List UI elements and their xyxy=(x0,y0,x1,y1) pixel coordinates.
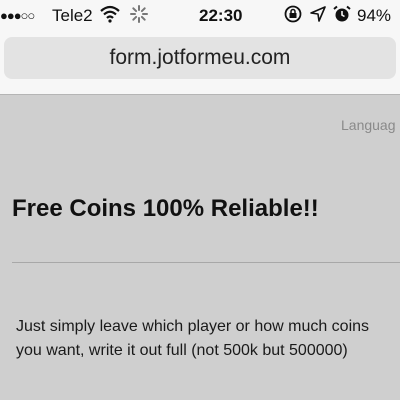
status-bar: ●●●○○ Tele2 22:30 94% xyxy=(0,0,400,34)
status-time: 22:30 xyxy=(199,6,243,25)
location-arrow-icon xyxy=(309,5,327,29)
carrier-name: Tele2 xyxy=(52,6,93,25)
url-field[interactable]: form.jotformeu.com xyxy=(4,37,396,79)
alarm-clock-icon xyxy=(332,5,352,29)
wifi-icon xyxy=(100,5,120,29)
rotation-lock-icon xyxy=(283,5,303,29)
form-title: Free Coins 100% Reliable!! xyxy=(12,195,319,222)
signal-strength-icon: ●●●○○ xyxy=(0,8,35,23)
form-description: Just simply leave which player or how mu… xyxy=(16,318,370,359)
activity-spinner-icon xyxy=(130,5,148,29)
browser-address-bar: form.jotformeu.com xyxy=(0,34,400,95)
language-selector[interactable]: Languag xyxy=(341,117,396,133)
url-text: form.jotformeu.com xyxy=(109,46,291,69)
form-page: Languag Free Coins 100% Reliable!! Just … xyxy=(0,95,400,400)
title-divider xyxy=(12,262,400,263)
battery-percentage: 94% xyxy=(357,6,392,25)
